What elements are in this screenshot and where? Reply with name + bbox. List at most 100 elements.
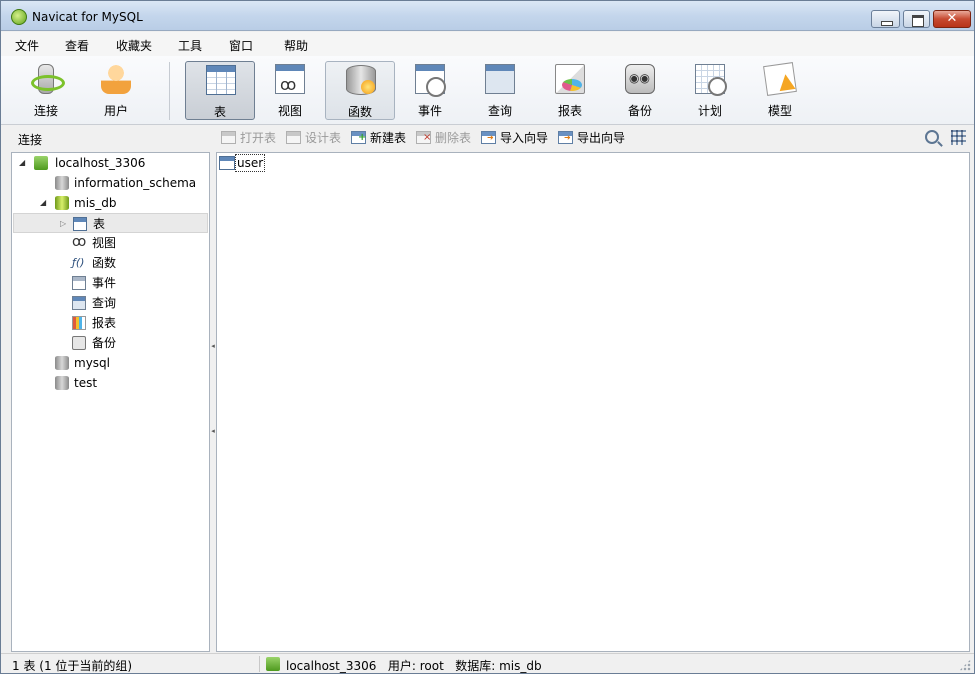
user-button[interactable]: 用户 xyxy=(81,61,151,120)
model-label: 模型 xyxy=(767,104,792,118)
maximize-button[interactable] xyxy=(903,10,930,28)
expand-arrow-icon[interactable]: ▷ xyxy=(60,214,70,234)
report-button[interactable]: 报表 xyxy=(535,61,605,120)
navicat-app-icon xyxy=(11,9,27,25)
export-wizard-button[interactable]: 导出向导 xyxy=(558,130,625,147)
function-button[interactable]: 函数 xyxy=(325,61,395,120)
database-open-icon xyxy=(55,196,69,210)
window-title: Navicat for MySQL xyxy=(32,10,143,24)
report-chart-icon xyxy=(72,316,86,330)
user-icon xyxy=(101,64,131,94)
minimize-button[interactable] xyxy=(871,10,900,28)
table-label: 表 xyxy=(213,105,226,119)
object-toolbar: 连接 打开表 设计表 新建表 删除表 导入向导 导出向导 xyxy=(1,126,974,151)
report-label: 报表 xyxy=(557,104,582,118)
query-button[interactable]: 查询 xyxy=(465,61,535,120)
collapse-arrow-icon[interactable]: ◢ xyxy=(19,153,29,173)
main-toolbar: 连接 用户 表 视图 函数 事件 查询 报表 xyxy=(1,56,974,125)
new-table-label: 新建表 xyxy=(370,131,407,145)
design-table-label: 设计表 xyxy=(305,131,342,145)
event-clock-icon xyxy=(415,64,446,97)
query-icon xyxy=(72,296,86,310)
table-count-status: 1 表 (1 位于当前的组) xyxy=(12,659,133,673)
import-icon xyxy=(481,131,496,144)
tree-backups[interactable]: 备份 xyxy=(19,333,204,353)
database-icon xyxy=(55,176,69,190)
status-divider xyxy=(259,656,260,672)
menu-window[interactable]: 窗口 xyxy=(229,37,253,54)
event-clock-icon xyxy=(72,276,86,290)
open-table-icon xyxy=(221,131,236,144)
schedule-label: 计划 xyxy=(697,104,722,118)
title-bar: Navicat for MySQL ✕ xyxy=(1,1,974,31)
table-icon xyxy=(206,65,236,95)
backup-label: 备份 xyxy=(627,104,652,118)
user-label: 用户 xyxy=(103,104,128,118)
event-button[interactable]: 事件 xyxy=(395,61,465,120)
database-icon xyxy=(55,356,69,370)
table-name: user xyxy=(235,154,266,172)
tree-views[interactable]: 视图 xyxy=(19,232,204,253)
resize-grip[interactable] xyxy=(959,659,971,671)
tree-db-mysql[interactable]: mysql xyxy=(19,353,204,373)
menu-favorites[interactable]: 收藏夹 xyxy=(116,37,152,54)
collapse-arrow-icon[interactable]: ◢ xyxy=(40,193,50,213)
status-user: 用户: root xyxy=(387,659,444,673)
tree-events[interactable]: 事件 xyxy=(19,273,204,293)
menu-tools[interactable]: 工具 xyxy=(178,37,202,54)
import-wizard-label: 导入向导 xyxy=(500,131,549,145)
tree-db-mis-db[interactable]: ◢ mis_db xyxy=(19,193,204,213)
query-label: 查询 xyxy=(487,104,512,118)
connect-button[interactable]: 连接 xyxy=(11,61,81,120)
query-icon xyxy=(485,64,515,94)
new-table-button[interactable]: 新建表 xyxy=(351,130,406,147)
tree-functions[interactable]: 函数 xyxy=(19,253,204,273)
tree-db-information-schema[interactable]: information_schema xyxy=(19,173,204,193)
toolbar-separator xyxy=(169,62,170,120)
status-database: 数据库: mis_db xyxy=(455,659,542,673)
view-button[interactable]: 视图 xyxy=(255,61,325,120)
model-diagram-icon xyxy=(763,62,797,96)
table-button[interactable]: 表 xyxy=(185,61,255,120)
tree-queries[interactable]: 查询 xyxy=(19,293,204,313)
design-table-button[interactable]: 设计表 xyxy=(286,130,341,147)
schedule-button[interactable]: 计划 xyxy=(675,61,745,120)
status-connection-name: localhost_3306 xyxy=(286,659,377,673)
search-icon[interactable] xyxy=(925,130,939,144)
connection-plug-icon xyxy=(31,64,65,94)
connection-panel-title: 连接 xyxy=(18,133,43,147)
close-button[interactable]: ✕ xyxy=(933,10,971,28)
backup-button[interactable]: 备份 xyxy=(605,61,675,120)
function-label: 函数 xyxy=(347,105,372,119)
import-wizard-button[interactable]: 导入向导 xyxy=(481,130,548,147)
open-table-button[interactable]: 打开表 xyxy=(221,130,276,147)
grid-view-icon[interactable] xyxy=(951,130,966,145)
server-connection-icon xyxy=(34,156,48,170)
tree-tables[interactable]: ▷ 表 xyxy=(13,213,208,233)
design-table-icon xyxy=(286,131,301,144)
function-database-icon xyxy=(346,65,376,95)
delete-table-icon xyxy=(416,131,431,144)
export-wizard-label: 导出向导 xyxy=(577,131,626,145)
object-list-panel: user xyxy=(216,152,970,652)
view-glasses-icon xyxy=(275,64,305,94)
tree-db-test[interactable]: test xyxy=(19,373,204,393)
connection-tree: ◢ localhost_3306 information_schema ◢ mi… xyxy=(11,152,210,652)
delete-table-label: 删除表 xyxy=(435,131,472,145)
export-icon xyxy=(558,131,573,144)
backup-tape-icon xyxy=(625,64,655,94)
tree-connection-localhost[interactable]: ◢ localhost_3306 xyxy=(19,153,204,173)
new-table-icon xyxy=(351,131,366,144)
maximize-icon xyxy=(904,11,929,27)
delete-table-button[interactable]: 删除表 xyxy=(416,130,471,147)
model-button[interactable]: 模型 xyxy=(745,61,815,120)
menu-view[interactable]: 查看 xyxy=(65,37,89,54)
tree-reports[interactable]: 报表 xyxy=(19,313,204,333)
menu-help[interactable]: 帮助 xyxy=(284,37,308,54)
open-table-label: 打开表 xyxy=(240,131,277,145)
navicat-window: Navicat for MySQL ✕ 文件 查看 收藏夹 工具 窗口 帮助 连… xyxy=(0,0,975,674)
view-label: 视图 xyxy=(277,104,302,118)
menu-file[interactable]: 文件 xyxy=(15,37,39,54)
view-glasses-icon xyxy=(72,232,86,252)
menu-bar: 文件 查看 收藏夹 工具 窗口 帮助 xyxy=(1,32,974,56)
